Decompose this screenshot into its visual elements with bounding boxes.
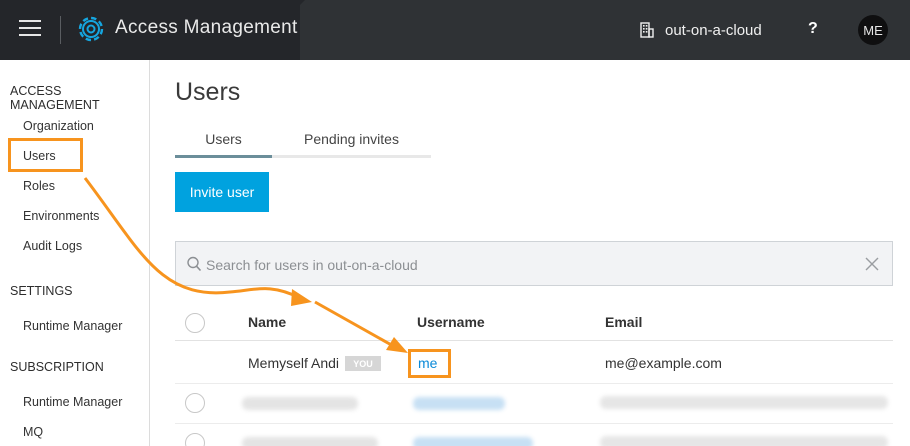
users-highlight-box [8, 138, 83, 172]
you-badge: YOU [345, 356, 381, 371]
sidebar-heading-access-management: ACCESS MANAGEMENT [10, 84, 100, 112]
settings-gear-logo [78, 16, 104, 42]
sidebar-item-settings-runtime-manager[interactable]: Runtime Manager [23, 319, 122, 333]
username-highlight-box [408, 349, 451, 378]
row-checkbox[interactable] [185, 433, 205, 446]
tab-users[interactable]: Users [175, 131, 272, 147]
sidebar-item-mq[interactable]: MQ [23, 425, 43, 439]
column-header-email[interactable]: Email [605, 314, 642, 330]
column-header-username[interactable]: Username [417, 314, 485, 330]
sidebar-item-subscription-runtime-manager[interactable]: Runtime Manager [23, 395, 122, 409]
close-icon[interactable] [864, 256, 880, 272]
row-divider [175, 423, 893, 424]
search-icon [187, 256, 202, 272]
sidebar-heading-subscription: SUBSCRIPTION [10, 360, 104, 374]
avatar[interactable]: ME [858, 15, 888, 45]
row-name: Memyself Andi [248, 355, 340, 371]
app-title: Access Management [115, 17, 298, 38]
blurred-email [600, 396, 888, 409]
sidebar-heading-settings: SETTINGS [10, 284, 73, 298]
active-tab-indicator [175, 155, 272, 158]
sidebar-item-roles[interactable]: Roles [23, 179, 55, 193]
blurred-name [242, 437, 378, 446]
sidebar-item-organization[interactable]: Organization [23, 119, 94, 133]
blurred-username [413, 397, 505, 410]
select-all-checkbox[interactable] [185, 313, 205, 333]
search-input[interactable] [206, 254, 856, 276]
row-email: me@example.com [605, 355, 722, 371]
column-header-name[interactable]: Name [248, 314, 286, 330]
arrow-head-1 [291, 289, 312, 306]
blurred-username [413, 437, 533, 446]
blurred-email [600, 436, 888, 446]
help-button[interactable]: ? [808, 20, 818, 38]
top-bar: Access Management out-on-a-cloud ? ME [0, 0, 910, 60]
invite-user-button[interactable]: Invite user [175, 172, 269, 212]
org-name: out-on-a-cloud [665, 21, 762, 39]
table-header-divider [175, 340, 893, 341]
org-switcher[interactable]: out-on-a-cloud [640, 20, 762, 40]
tab-pending-invites[interactable]: Pending invites [272, 131, 431, 147]
access-management-page: Access Management out-on-a-cloud ? ME AC… [0, 0, 910, 446]
row-divider [175, 383, 893, 384]
search-box [175, 241, 893, 286]
sidebar-item-environments[interactable]: Environments [23, 209, 99, 223]
building-icon [640, 22, 654, 38]
blurred-name [242, 397, 358, 410]
row-checkbox[interactable] [185, 393, 205, 413]
tab-bar: Users Pending invites [175, 127, 431, 158]
top-bar-shade [300, 0, 910, 60]
page-title: Users [175, 78, 241, 106]
sidebar: ACCESS MANAGEMENT Organization Users Rol… [0, 60, 150, 446]
header-divider [60, 16, 61, 44]
sidebar-item-audit-logs[interactable]: Audit Logs [23, 239, 82, 253]
menu-icon[interactable] [19, 20, 41, 40]
